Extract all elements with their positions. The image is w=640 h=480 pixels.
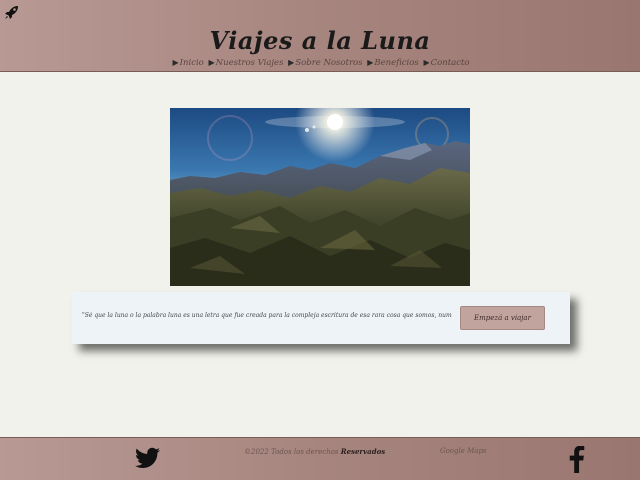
- triangle-right-icon: ▶: [172, 58, 179, 67]
- twitter-icon[interactable]: [135, 447, 160, 469]
- quote-text: "Sé que la luna o la palabra luna es una…: [82, 312, 452, 319]
- moonscape-image: [170, 108, 470, 286]
- nav-item-contacto[interactable]: Contacto: [431, 58, 470, 68]
- nav-item-nuestros-viajes[interactable]: Nuestros Viajes: [216, 58, 284, 68]
- nav-item-inicio[interactable]: Inicio: [180, 58, 204, 68]
- copyright-bold: Reservados: [340, 447, 386, 456]
- rocket-icon[interactable]: [4, 4, 20, 20]
- facebook-icon[interactable]: [566, 446, 588, 473]
- nav-item-beneficios[interactable]: Beneficios: [374, 58, 418, 68]
- nav-item-sobre-nosotros[interactable]: Sobre Nosotros: [295, 58, 362, 68]
- triangle-right-icon: ▶: [423, 58, 430, 67]
- copyright-text: ©2022 Todos los derechos Reservados: [244, 447, 385, 456]
- quote-card: "Sé que la luna o la palabra luna es una…: [72, 292, 570, 344]
- site-title: Viajes a la Luna: [209, 26, 431, 55]
- triangle-right-icon: ▶: [288, 58, 295, 67]
- google-maps-link[interactable]: Google Maps: [440, 447, 487, 455]
- site-footer: ©2022 Todos los derechos Reservados Goog…: [0, 437, 640, 480]
- triangle-right-icon: ▶: [367, 58, 374, 67]
- hero-image: [170, 108, 470, 286]
- site-header: Viajes a la Luna ▶Inicio ▶Nuestros Viaje…: [0, 0, 640, 72]
- copyright-prefix: ©2022 Todos los derechos: [244, 448, 339, 456]
- start-travel-button[interactable]: Empezá a viajar: [460, 306, 545, 330]
- triangle-right-icon: ▶: [208, 58, 215, 67]
- main-nav: ▶Inicio ▶Nuestros Viajes ▶Sobre Nosotros…: [0, 58, 640, 68]
